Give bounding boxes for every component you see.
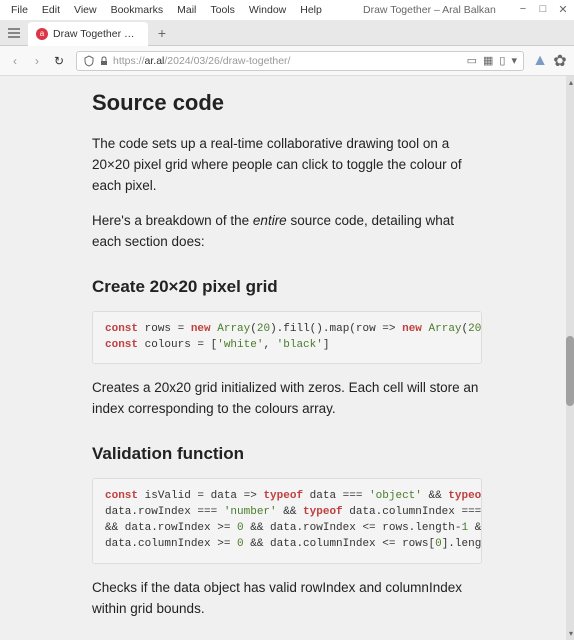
heading-create-grid: Create 20×20 pixel grid xyxy=(92,277,482,297)
paragraph-grid-desc: Creates a 20x20 grid initialized with ze… xyxy=(92,378,482,420)
menu-window[interactable]: Window xyxy=(242,4,293,16)
qr-icon[interactable]: ▦ xyxy=(483,54,493,67)
menu-help[interactable]: Help xyxy=(293,4,329,16)
lock-icon xyxy=(99,56,109,66)
menu-mail[interactable]: Mail xyxy=(170,4,203,16)
back-button[interactable]: ‹ xyxy=(6,52,24,70)
menu-bookmarks[interactable]: Bookmarks xyxy=(104,4,171,16)
paragraph-breakdown: Here's a breakdown of the entire source … xyxy=(92,211,482,253)
paragraph-intro: The code sets up a real-time collaborati… xyxy=(92,134,482,197)
toolbar: ‹ › ↻ https://ar.al/2024/03/26/draw-toge… xyxy=(0,46,574,76)
menu-view[interactable]: View xyxy=(67,4,104,16)
code-block-2: const isValid = data => typeof data === … xyxy=(92,478,482,564)
menu-file[interactable]: File xyxy=(4,4,35,16)
content-area: Source code The code sets up a real-time… xyxy=(0,76,574,640)
tab-title: Draw Together – Aral Balkan xyxy=(53,28,140,40)
forward-button[interactable]: › xyxy=(28,52,46,70)
menu-tools[interactable]: Tools xyxy=(203,4,242,16)
mobile-icon[interactable]: ▯ xyxy=(499,54,505,67)
scroll-up-icon[interactable]: ▴ xyxy=(569,78,573,87)
sidebar-toggle-icon[interactable] xyxy=(4,23,24,43)
chevron-down-icon[interactable]: ▾ xyxy=(511,54,517,67)
scrollbar-thumb[interactable] xyxy=(566,336,574,406)
shield-icon xyxy=(83,55,95,67)
browser-tab[interactable]: a Draw Together – Aral Balkan xyxy=(28,22,148,46)
menu-edit[interactable]: Edit xyxy=(35,4,67,16)
url-text: https://ar.al/2024/03/26/draw-together/ xyxy=(113,55,463,67)
reload-button[interactable]: ↻ xyxy=(50,52,68,70)
heading-source-code: Source code xyxy=(92,90,482,116)
close-icon[interactable]: ✕ xyxy=(556,2,570,16)
minimize-icon[interactable]: − xyxy=(516,2,530,16)
code-block-1: const rows = new Array(20).fill().map(ro… xyxy=(92,311,482,365)
extension-icon-1[interactable]: ▲ xyxy=(532,53,548,69)
scroll-down-icon[interactable]: ▾ xyxy=(569,629,573,638)
addressbar[interactable]: https://ar.al/2024/03/26/draw-together/ … xyxy=(76,51,524,71)
new-tab-button[interactable]: + xyxy=(152,23,172,43)
tabbar: a Draw Together – Aral Balkan + xyxy=(0,20,574,46)
article: Source code The code sets up a real-time… xyxy=(92,76,482,640)
extension-icon-2[interactable]: ✿ xyxy=(552,53,568,69)
maximize-icon[interactable]: □ xyxy=(536,2,550,16)
heading-validation: Validation function xyxy=(92,444,482,464)
tab-favicon: a xyxy=(36,28,48,40)
menubar: File Edit View Bookmarks Mail Tools Wind… xyxy=(0,0,574,20)
paragraph-validation-desc: Checks if the data object has valid rowI… xyxy=(92,578,482,620)
reader-mode-icon[interactable]: ▭ xyxy=(467,54,477,67)
scrollbar-track[interactable]: ▴ ▾ xyxy=(566,76,574,640)
